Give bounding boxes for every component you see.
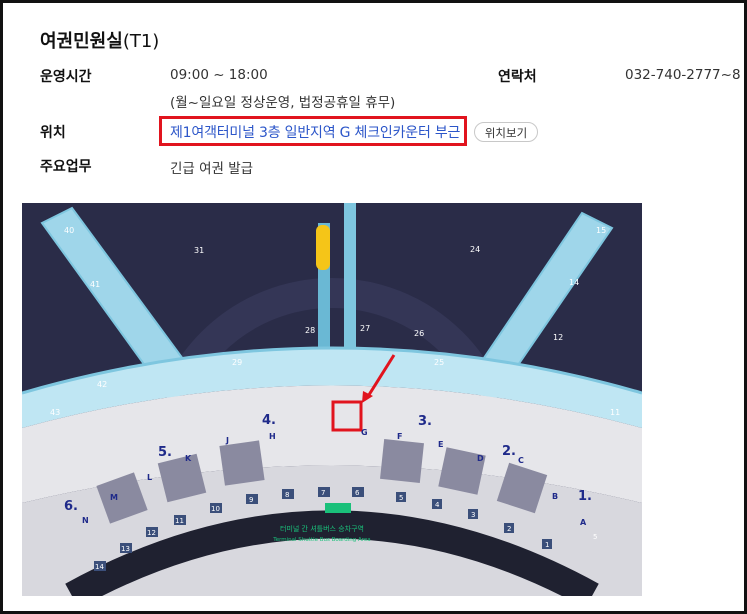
counter-label: D — [477, 454, 484, 463]
zone-label: 1. — [578, 489, 592, 504]
gate-label: 11 — [610, 408, 620, 417]
gate-label: 40 — [64, 226, 74, 235]
zone-label: 5. — [158, 445, 172, 460]
exit-label: 9 — [249, 496, 253, 504]
exit-label: 1 — [545, 541, 549, 549]
bus-area-label-en: Terminal Shuttle Bus Boarding Area — [272, 537, 370, 543]
exit-label: 4 — [435, 501, 440, 509]
gate-label: 15 — [596, 226, 606, 235]
hours-label: 운영시간 — [40, 69, 92, 85]
counter-label: E — [438, 440, 443, 449]
exit-label: 2 — [507, 525, 511, 533]
counter-label: F — [397, 432, 402, 441]
counter-label: L — [147, 473, 152, 482]
hours-value: 09:00 ~ 18:00 — [170, 67, 268, 83]
gate-label: 24 — [470, 245, 480, 254]
gate-label: 25 — [434, 358, 444, 367]
gate-label: 26 — [414, 329, 424, 338]
counter-label: K — [185, 454, 192, 463]
counter-label: M — [110, 493, 118, 502]
gate-label: 41 — [90, 280, 100, 289]
terminal-map-svg: 40 31 41 42 43 29 28 27 26 25 24 15 14 1… — [22, 203, 642, 596]
location-label: 위치 — [40, 125, 66, 141]
contact-label: 연락처 — [498, 69, 537, 85]
panel-frame: 여권민원실(T1) 운영시간 09:00 ~ 18:00 (월~일요일 정상운영… — [0, 0, 747, 614]
exit-label: 5 — [399, 494, 403, 502]
zone-label: 6. — [64, 499, 78, 514]
exit-label: 13 — [121, 545, 130, 553]
counter-label: J — [225, 436, 229, 445]
exit-label: 3 — [471, 511, 475, 519]
gate-label: 31 — [194, 246, 204, 255]
bus-stop-marker — [325, 503, 351, 513]
gate-label: 42 — [97, 380, 107, 389]
counter-label: N — [82, 516, 89, 525]
exit-label: 10 — [211, 505, 220, 513]
bus-area-label-ko: 터미널 간 셔틀버스 승차구역 — [280, 524, 364, 533]
title-main: 여권민원실 — [40, 31, 123, 52]
counter-label: B — [552, 492, 558, 501]
gate-label-extra: 5 — [593, 533, 597, 541]
exit-label: 6 — [355, 489, 360, 497]
gate-label: 12 — [553, 333, 563, 342]
gate-label: 28 — [305, 326, 315, 335]
hours-note: (월~일요일 정상운영, 법정공휴일 휴무) — [170, 95, 396, 111]
zone-label: 2. — [502, 444, 516, 459]
gate-label: 43 — [50, 408, 60, 417]
exit-label: 12 — [147, 529, 156, 537]
gate-label: 29 — [232, 358, 242, 367]
counter-label: C — [518, 456, 524, 465]
view-location-button[interactable]: 위치보기 — [474, 122, 538, 142]
counter-label: A — [580, 518, 587, 527]
exit-label: 7 — [321, 489, 325, 497]
terminal-map[interactable]: 40 31 41 42 43 29 28 27 26 25 24 15 14 1… — [22, 203, 642, 596]
counter-label: G — [361, 428, 368, 437]
zone-label: 3. — [418, 414, 432, 429]
gate-label: 27 — [360, 324, 370, 333]
location-value: 제1여객터미널 3층 일반지역 G 체크인카운터 부근 — [170, 125, 461, 141]
duty-value: 긴급 여권 발급 — [170, 161, 254, 177]
exit-label: 11 — [175, 517, 184, 525]
title-suffix: (T1) — [122, 31, 160, 52]
gate-label: 14 — [569, 278, 579, 287]
tower-marker — [316, 225, 330, 270]
exit-label: 8 — [285, 491, 289, 499]
exit-label: 14 — [95, 563, 104, 571]
duty-label: 주요업무 — [40, 159, 92, 175]
zone-label: 4. — [262, 413, 276, 428]
page-title: 여권민원실(T1) — [40, 27, 159, 53]
contact-value: 032-740-2777~8 — [625, 67, 741, 83]
counter-label: H — [269, 432, 276, 441]
